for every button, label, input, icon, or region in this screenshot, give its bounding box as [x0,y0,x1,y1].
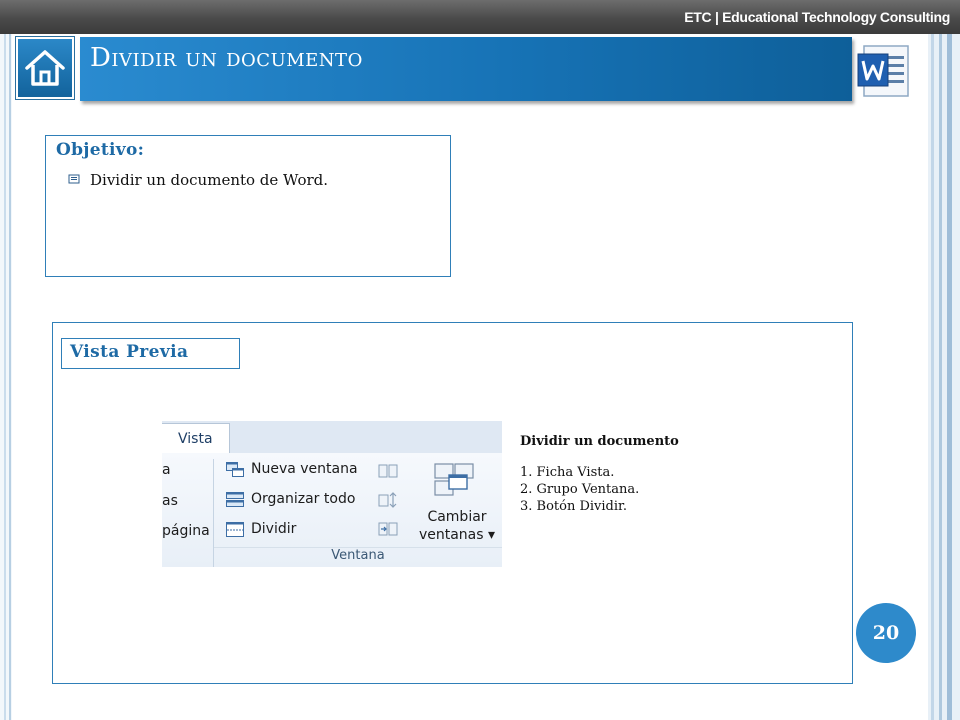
instruction-step: 1. Ficha Vista. [520,465,615,480]
objective-box: Objetivo: Dividir un documento de Word. [45,135,451,277]
right-frame [928,34,960,720]
page-title: Dividir un documento [90,43,363,73]
side-by-side-icon[interactable] [378,463,398,479]
cut-item: as [162,493,178,509]
nueva-ventana-label: Nueva ventana [251,461,358,477]
ribbon-screenshot: Vista a as página Nueva ventana Organiza… [162,421,502,567]
home-icon [25,50,65,86]
ribbon-body: a as página Nueva ventana Organizar todo [162,453,502,567]
preview-label: Vista Previa [61,338,240,369]
sync-scroll-icon[interactable] [378,492,398,508]
left-frame [0,34,12,720]
instructions: Dividir un documento 1. Ficha Vista. 2. … [520,434,679,516]
home-button[interactable] [15,36,75,100]
new-window-icon [226,461,244,477]
reset-position-icon[interactable] [378,521,398,537]
instruction-step: 3. Botón Dividir. [520,499,627,514]
instructions-title: Dividir un documento [520,434,679,449]
ribbon-tabstrip: Vista [162,421,502,454]
switch-windows-icon[interactable] [434,463,474,501]
tab-vista[interactable]: Vista [162,423,230,454]
organizar-todo-button[interactable]: Organizar todo [226,491,355,507]
objective-item: Dividir un documento de Word. [68,171,329,189]
dividir-label: Dividir [251,521,297,537]
cambiar-label-line2: ventanas ▾ [418,527,496,543]
group-label-ventana: Ventana [214,547,502,567]
objective-item-text: Dividir un documento de Word. [90,171,329,189]
cambiar-label-line1: Cambiar [427,509,487,525]
brand-text: ETC | Educational Technology Consulting [684,9,950,25]
page-number-badge: 20 [856,603,916,663]
top-banner: ETC | Educational Technology Consulting [0,0,960,34]
nueva-ventana-button[interactable]: Nueva ventana [226,461,358,477]
cambiar-ventanas-button[interactable]: Cambiar ventanas ▾ [418,508,496,544]
arrange-all-icon [226,491,244,507]
split-icon [226,521,244,537]
cut-item: a [162,462,171,478]
organizar-todo-label: Organizar todo [251,491,356,507]
word-logo-icon [857,45,909,97]
cut-item: página [162,523,210,539]
objective-title: Objetivo: [56,140,145,160]
title-bar: Dividir un documento [80,37,852,101]
bullet-icon [68,174,80,184]
instruction-step: 2. Grupo Ventana. [520,482,640,497]
dividir-button[interactable]: Dividir [226,521,296,537]
